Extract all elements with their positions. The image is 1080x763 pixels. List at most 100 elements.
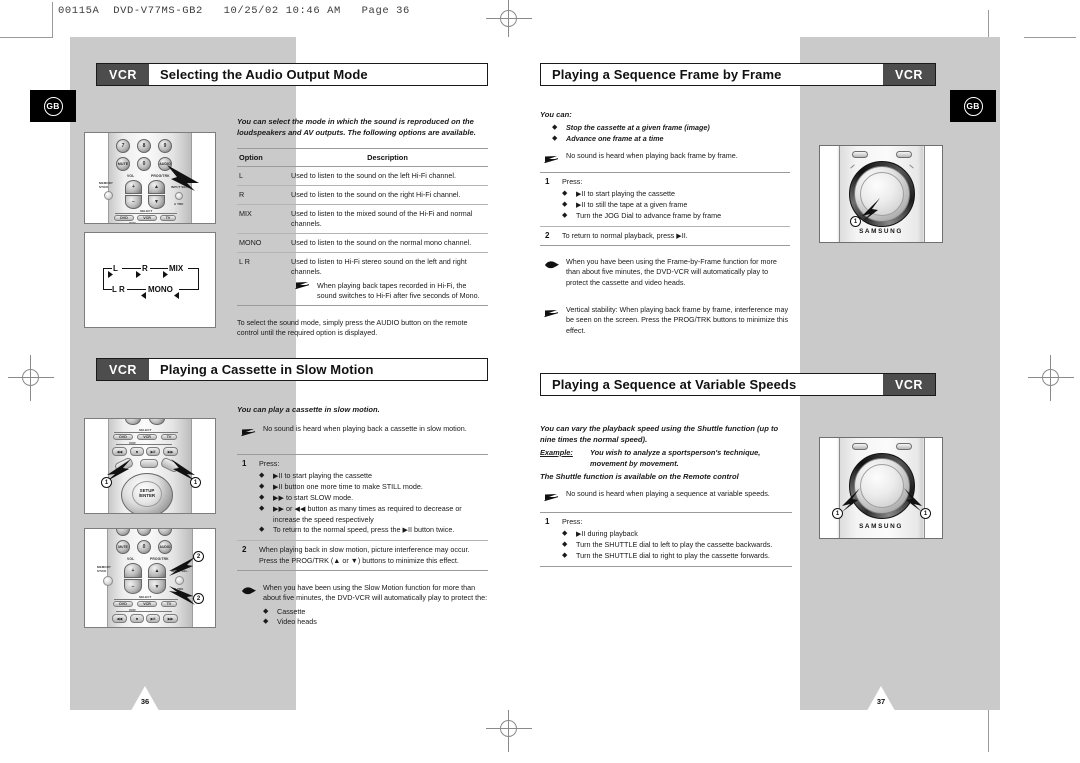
- slow-motion-steps: 1 Press: ◆ ▶II to start playing the casse…: [237, 454, 488, 572]
- bullet-text: ▶▶ or ◀◀ button as many times as require…: [273, 503, 462, 524]
- remote-key-stop: ■: [130, 614, 144, 623]
- loop-arrow-to-r: [136, 265, 142, 283]
- arrow-note-icon: [237, 424, 263, 442]
- step-number: 1: [242, 459, 247, 468]
- illustration-slow-motion-remote-top: SELECT DVD VCR TV VCR ◀◀ ■ ▶II ▶▶ SETUP /…: [84, 418, 216, 514]
- bullet-text: ▶II to still the tape at a given frame: [576, 200, 688, 210]
- print-slug: 00115A DVD-V77MS-GB2 10/25/02 10:46 AM P…: [58, 5, 410, 17]
- variable-speeds-steps: 1 Press: ◆ ▶II during playback ◆ Turn the …: [540, 512, 792, 567]
- remote-key-rewind: ◀◀: [112, 447, 127, 456]
- remote-key-memory-stick: [104, 191, 113, 200]
- section-badge-vcr: VCR: [97, 359, 149, 380]
- page-number-text: 36: [140, 697, 150, 706]
- bullet-text: Turn the SHUTTLE dial to left to play th…: [576, 540, 773, 550]
- step-number: 2: [545, 230, 550, 240]
- pointer-arrow-audio: [165, 163, 205, 193]
- loop-line-left-up: [103, 268, 105, 290]
- bullet-text: ▶II to start playing the cassette: [576, 189, 676, 199]
- section-heading-frame-by-frame: VCR Playing a Sequence Frame by Frame: [540, 63, 936, 86]
- frame-by-frame-hand-note-text: When you have been using the Frame-by-Fr…: [566, 257, 777, 287]
- arrow-note-icon: [540, 305, 566, 336]
- remote-label-a-trk: A TRK: [174, 202, 184, 206]
- cell-option: L R: [237, 252, 289, 307]
- loop-arrow-to-mono: [173, 286, 179, 304]
- intro-bullet: ◆ Advance one frame at a time: [552, 134, 800, 145]
- remote-key-play: ▶II: [146, 614, 160, 623]
- remote-key-input-sel: [175, 576, 184, 585]
- remote-key-play: ▶II: [146, 447, 160, 456]
- bullet-text: Advance one frame at a time: [566, 133, 664, 143]
- remote-key-clear: [140, 459, 158, 468]
- remote-key-0: 0: [137, 540, 151, 554]
- cell-description: Used to listen to Hi-Fi stereo sound on …: [289, 252, 488, 307]
- cell-option: R: [237, 185, 289, 205]
- step-bullet: ◆ To return to the normal speed, press th…: [259, 525, 488, 536]
- remote-key-forward: ▶▶: [163, 614, 178, 623]
- page-number-left: 36: [128, 686, 162, 716]
- vcr-front-button-right: [896, 443, 912, 450]
- bullet-icon: ◆: [562, 541, 568, 549]
- step-text: To return to normal playback, press ▶II.: [562, 230, 688, 240]
- slow-motion-hand-note-text: When you have been using the Slow Motion…: [263, 583, 488, 603]
- frame-by-frame-arrow-note-2: Vertical stability: When playing back fr…: [540, 305, 790, 336]
- cell-description: Used to listen to the sound on the left …: [289, 166, 488, 186]
- remote-key-tv: TV: [161, 434, 177, 440]
- step-bullet: ◆ ▶II button one more time to make STILL …: [259, 482, 488, 493]
- step-number: 1: [545, 177, 550, 186]
- table-row: R Used to listen to the sound on the rig…: [237, 185, 488, 205]
- table-header-description: Description: [289, 148, 488, 167]
- loop-arrow-to-l: [108, 265, 114, 283]
- bullet-text: To return to the normal speed, press the…: [273, 525, 455, 535]
- loop-arrow-to-lr: [140, 286, 146, 304]
- slow-motion-intro: You can play a cassette in slow motion.: [237, 405, 380, 414]
- table-row: L Used to listen to the sound on the lef…: [237, 166, 488, 186]
- slow-motion-arrow-note: No sound is heard when playing back a ca…: [237, 424, 488, 442]
- gb-circle-left: GB: [43, 96, 63, 116]
- remote-key-vcr: VCR: [137, 434, 157, 440]
- frame-by-frame-arrow-note-2-text: Vertical stability: When playing back fr…: [566, 305, 789, 335]
- step-bullet: ◆ ▶II to still the tape at a given frame: [562, 200, 790, 211]
- example-label: Example:: [540, 448, 573, 457]
- bullet-icon: ◆: [259, 526, 265, 534]
- section-heading-audio-output: VCR Selecting the Audio Output Mode: [96, 63, 488, 86]
- illustration-audio-mode-loop: L R MIX MONO L R: [84, 232, 216, 328]
- loop-line-right-down: [198, 268, 200, 289]
- remote-key-mute: MUTE: [116, 157, 130, 171]
- frame-by-frame-intro: You can:: [540, 110, 572, 119]
- arrow-note-icon: [291, 281, 317, 302]
- bullet-icon: ◆: [263, 607, 269, 615]
- remote-key-stop: ■: [130, 447, 144, 456]
- bullet-text: ▶▶ to start SLOW mode.: [273, 493, 354, 503]
- bullet-text: Turn the JOG Dial to advance frame by fr…: [576, 211, 722, 221]
- frame-by-frame-hand-note: When you have been using the Frame-by-Fr…: [540, 257, 790, 288]
- step-text: Press:: [562, 517, 583, 526]
- variable-speeds-availability: The Shuttle function is available on the…: [540, 472, 739, 481]
- audio-footer-note: To select the sound mode, simply press t…: [237, 318, 468, 338]
- manual-spread: 00115A DVD-V77MS-GB2 10/25/02 10:46 AM P…: [0, 0, 1080, 763]
- bullet-icon: ◆: [552, 134, 558, 142]
- loop-arrow-to-mix: [163, 265, 169, 283]
- step-bullet: ◆ ▶II to start playing the cassette: [562, 189, 790, 200]
- cell-option: MIX: [237, 204, 289, 234]
- remote-key-0: 0: [137, 157, 151, 171]
- table-header-row: Option Description: [237, 148, 488, 167]
- section-title: Playing a Sequence at Variable Speeds: [552, 377, 797, 392]
- shuttle-dial-inner: [860, 464, 904, 508]
- remote-key-prog-down: ▼: [148, 195, 165, 209]
- remote-key-rewind: ◀◀: [112, 614, 127, 623]
- slug-vertical-rule: [52, 2, 53, 38]
- remote-select-rule: [114, 432, 178, 433]
- frame-by-frame-arrow-note-text: No sound is heard when playing back fram…: [566, 151, 738, 160]
- variable-speeds-arrow-note: No sound is heard when playing a sequenc…: [540, 489, 792, 507]
- illustration-jog-dial: SAMSUNG 1: [819, 145, 943, 243]
- section-title: Selecting the Audio Output Mode: [160, 67, 368, 82]
- remote-label-vol: VOL: [127, 174, 135, 178]
- illustration-shuttle-dial: SAMSUNG 1 1: [819, 437, 943, 539]
- bullet-icon: ◆: [552, 124, 558, 131]
- intro-bullet: ◆ Stop the cassette at a given frame (ima…: [552, 123, 800, 134]
- registration-mark-top: [486, 0, 532, 42]
- bullet-icon: ◆: [259, 483, 265, 491]
- bullet-icon: ◆: [562, 212, 568, 220]
- step-row: 2 To return to normal playback, press ▶I…: [540, 225, 790, 245]
- frame-by-frame-intro-bullets: ◆ Stop the cassette at a given frame (ima…: [552, 123, 800, 145]
